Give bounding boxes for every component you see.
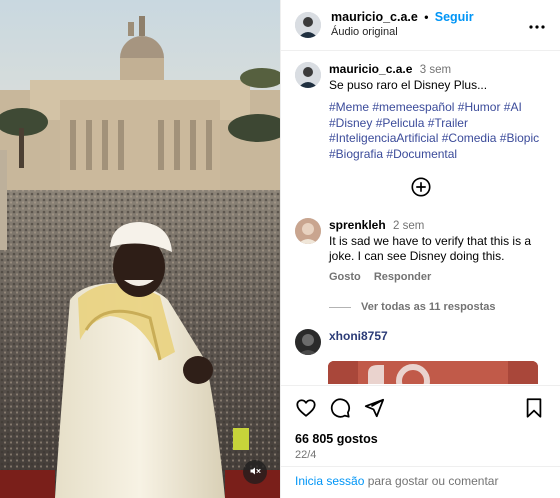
commenter-avatar[interactable] xyxy=(295,218,321,244)
caption-body: mauricio_c.a.e 3 sem Se puso raro el Dis… xyxy=(329,62,546,162)
login-prompt: Inicia sessão para gostar ou comentar xyxy=(281,466,560,498)
post-side-panel: mauricio_c.a.e • Seguir Áudio original m… xyxy=(280,0,560,498)
comment-text: It is sad we have to verify that this is… xyxy=(329,234,532,263)
hashtag[interactable]: #AI xyxy=(504,100,522,114)
header-text: mauricio_c.a.e • Seguir Áudio original xyxy=(331,10,527,40)
comments-section[interactable]: mauricio_c.a.e 3 sem Se puso raro el Dis… xyxy=(281,52,560,384)
hashtag[interactable]: #Documental xyxy=(386,147,457,161)
comment-time[interactable]: 2 sem xyxy=(393,220,424,232)
share-button[interactable] xyxy=(363,397,385,419)
hashtag[interactable]: #Trailer xyxy=(428,116,468,130)
caption: mauricio_c.a.e 3 sem Se puso raro el Dis… xyxy=(281,52,560,162)
caption-username[interactable]: mauricio_c.a.e xyxy=(329,62,412,76)
commenter-avatar[interactable] xyxy=(295,329,321,355)
hashtag-list: #Meme #memeespañol #Humor #AI #Disney #P… xyxy=(329,100,546,162)
heart-icon xyxy=(296,399,316,417)
login-link[interactable]: Inicia sessão xyxy=(295,474,364,488)
instagram-post: mauricio_c.a.e • Seguir Áudio original m… xyxy=(0,0,560,498)
comment-attached-image[interactable] xyxy=(328,361,538,384)
login-prompt-text: para gostar ou comentar xyxy=(364,474,499,488)
post-actions: 66 805 gostos 22/4 xyxy=(281,385,560,461)
post-header: mauricio_c.a.e • Seguir Áudio original xyxy=(281,0,560,51)
hashtag[interactable]: #Disney xyxy=(329,116,372,130)
comment-actions: Gosto Responder xyxy=(329,270,546,285)
hashtag[interactable]: #Humor xyxy=(458,100,501,114)
replies-divider xyxy=(329,306,351,308)
more-options-button[interactable] xyxy=(527,15,547,35)
hashtag[interactable]: #Biografia xyxy=(329,147,383,161)
plus-circle-icon xyxy=(410,177,431,197)
comment-reply-button[interactable]: Responder xyxy=(374,271,431,283)
hashtag[interactable]: #Comedia xyxy=(442,131,497,145)
post-date[interactable]: 22/4 xyxy=(295,449,546,461)
hashtag[interactable]: #InteligenciaArtificial xyxy=(329,131,438,145)
separator-dot: • xyxy=(424,10,429,24)
hashtag[interactable]: #memeespañol xyxy=(372,100,454,114)
more-horizontal-icon xyxy=(529,18,545,32)
caption-time[interactable]: 3 sem xyxy=(420,64,451,76)
speaker-muted-icon xyxy=(249,465,261,480)
author-username[interactable]: mauricio_c.a.e xyxy=(331,10,418,24)
like-button[interactable] xyxy=(295,397,317,419)
view-replies-button[interactable]: Ver todas as 11 respostas xyxy=(281,301,560,313)
hashtag[interactable]: #Biopic xyxy=(500,131,539,145)
share-icon xyxy=(364,398,385,418)
load-more-row xyxy=(281,162,560,208)
comment-button[interactable] xyxy=(329,397,351,419)
comment-username[interactable]: xhoni8757 xyxy=(329,329,388,343)
load-more-comments-button[interactable] xyxy=(410,176,432,198)
mute-button[interactable] xyxy=(243,460,267,484)
post-image xyxy=(0,0,280,498)
comment-body: xhoni8757 xyxy=(329,329,546,355)
audio-label[interactable]: Áudio original xyxy=(331,25,527,40)
view-replies-label: Ver todas as 11 respostas xyxy=(361,301,496,313)
comment: sprenkleh 2 sem It is sad we have to ver… xyxy=(281,208,560,285)
post-media[interactable] xyxy=(0,0,280,498)
bookmark-icon xyxy=(526,398,542,418)
hashtag[interactable]: #Meme xyxy=(329,100,369,114)
follow-button[interactable]: Seguir xyxy=(435,10,474,24)
comment-like-button[interactable]: Gosto xyxy=(329,271,361,283)
comment: xhoni8757 xyxy=(281,313,560,355)
comment-username[interactable]: sprenkleh xyxy=(329,218,386,232)
caption-avatar[interactable] xyxy=(295,62,321,88)
save-button[interactable] xyxy=(524,397,546,419)
hashtag[interactable]: #Pelicula xyxy=(376,116,425,130)
action-icons xyxy=(295,396,546,420)
author-avatar[interactable] xyxy=(295,12,321,38)
comment-body: sprenkleh 2 sem It is sad we have to ver… xyxy=(329,218,546,285)
likes-count[interactable]: 66 805 gostos xyxy=(295,432,546,446)
caption-text: Se puso raro el Disney Plus... xyxy=(329,78,488,92)
comment-icon xyxy=(330,398,351,418)
